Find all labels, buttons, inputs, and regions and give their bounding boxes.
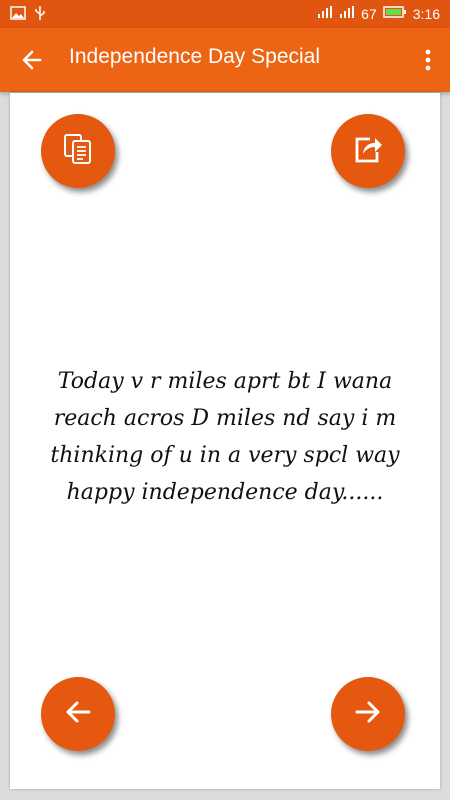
usb-icon bbox=[34, 5, 46, 24]
arrow-left-icon bbox=[60, 694, 96, 734]
image-icon bbox=[10, 6, 26, 23]
arrow-right-icon bbox=[350, 694, 386, 734]
next-button[interactable] bbox=[331, 677, 405, 751]
signal-icon bbox=[339, 5, 355, 22]
app-bar: Independence Day Special bbox=[0, 28, 450, 92]
status-bar: 67 3:16 bbox=[0, 0, 450, 28]
previous-button[interactable] bbox=[41, 677, 115, 751]
copy-button[interactable] bbox=[41, 114, 115, 188]
overflow-menu-icon[interactable] bbox=[422, 48, 434, 72]
message-text: Today v r miles aprt bt I wana reach acr… bbox=[10, 363, 440, 511]
share-button[interactable] bbox=[331, 114, 405, 188]
share-icon bbox=[349, 130, 387, 172]
message-line: reach acros D miles nd say i m bbox=[53, 406, 397, 431]
message-line: thinking of u in a very spcl way bbox=[50, 443, 400, 468]
back-arrow-icon[interactable] bbox=[18, 46, 46, 74]
copy-icon bbox=[59, 130, 97, 172]
message-line: happy independence day...... bbox=[66, 480, 384, 505]
message-line: Today v r miles aprt bt I wana bbox=[57, 369, 393, 394]
clock: 3:16 bbox=[412, 5, 440, 22]
message-card: Today v r miles aprt bt I wana reach acr… bbox=[10, 93, 440, 789]
battery-icon bbox=[383, 5, 407, 22]
page-title: Independence Day Special bbox=[69, 45, 321, 68]
signal-icon bbox=[317, 5, 333, 22]
battery-level: 67 bbox=[361, 5, 377, 22]
